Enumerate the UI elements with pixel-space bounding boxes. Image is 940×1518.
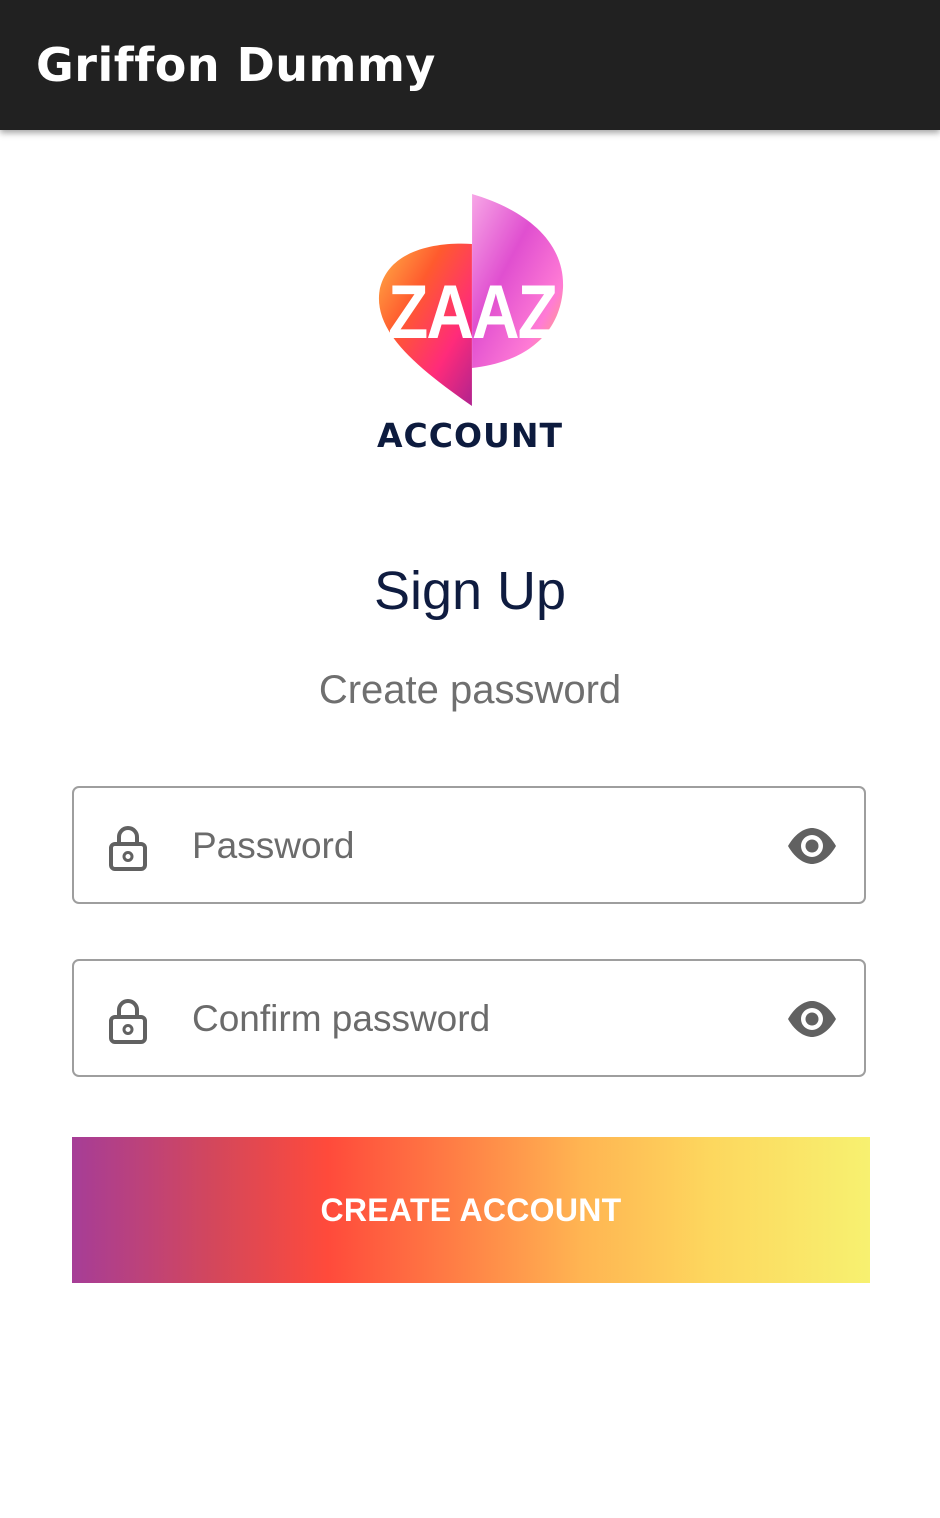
- eye-icon[interactable]: [786, 997, 838, 1041]
- lock-icon: [109, 999, 147, 1044]
- zaaz-logo: ZAAZ: [378, 194, 564, 406]
- app-bar: Griffon Dummy: [0, 0, 940, 130]
- password-input[interactable]: [192, 816, 752, 876]
- confirm-password-field[interactable]: [72, 959, 866, 1077]
- eye-icon[interactable]: [786, 824, 838, 868]
- create-account-button[interactable]: CREATE ACCOUNT: [72, 1137, 870, 1283]
- confirm-password-input[interactable]: [192, 989, 752, 1049]
- logo-wordmark: ZAAZ: [388, 271, 557, 355]
- page-subtitle: Create password: [318, 668, 622, 712]
- logo-caption: ACCOUNT: [377, 416, 563, 455]
- lock-icon: [109, 826, 147, 871]
- app-title: Griffon Dummy: [36, 38, 436, 92]
- page-title: Sign Up: [373, 561, 567, 621]
- password-field[interactable]: [72, 786, 866, 904]
